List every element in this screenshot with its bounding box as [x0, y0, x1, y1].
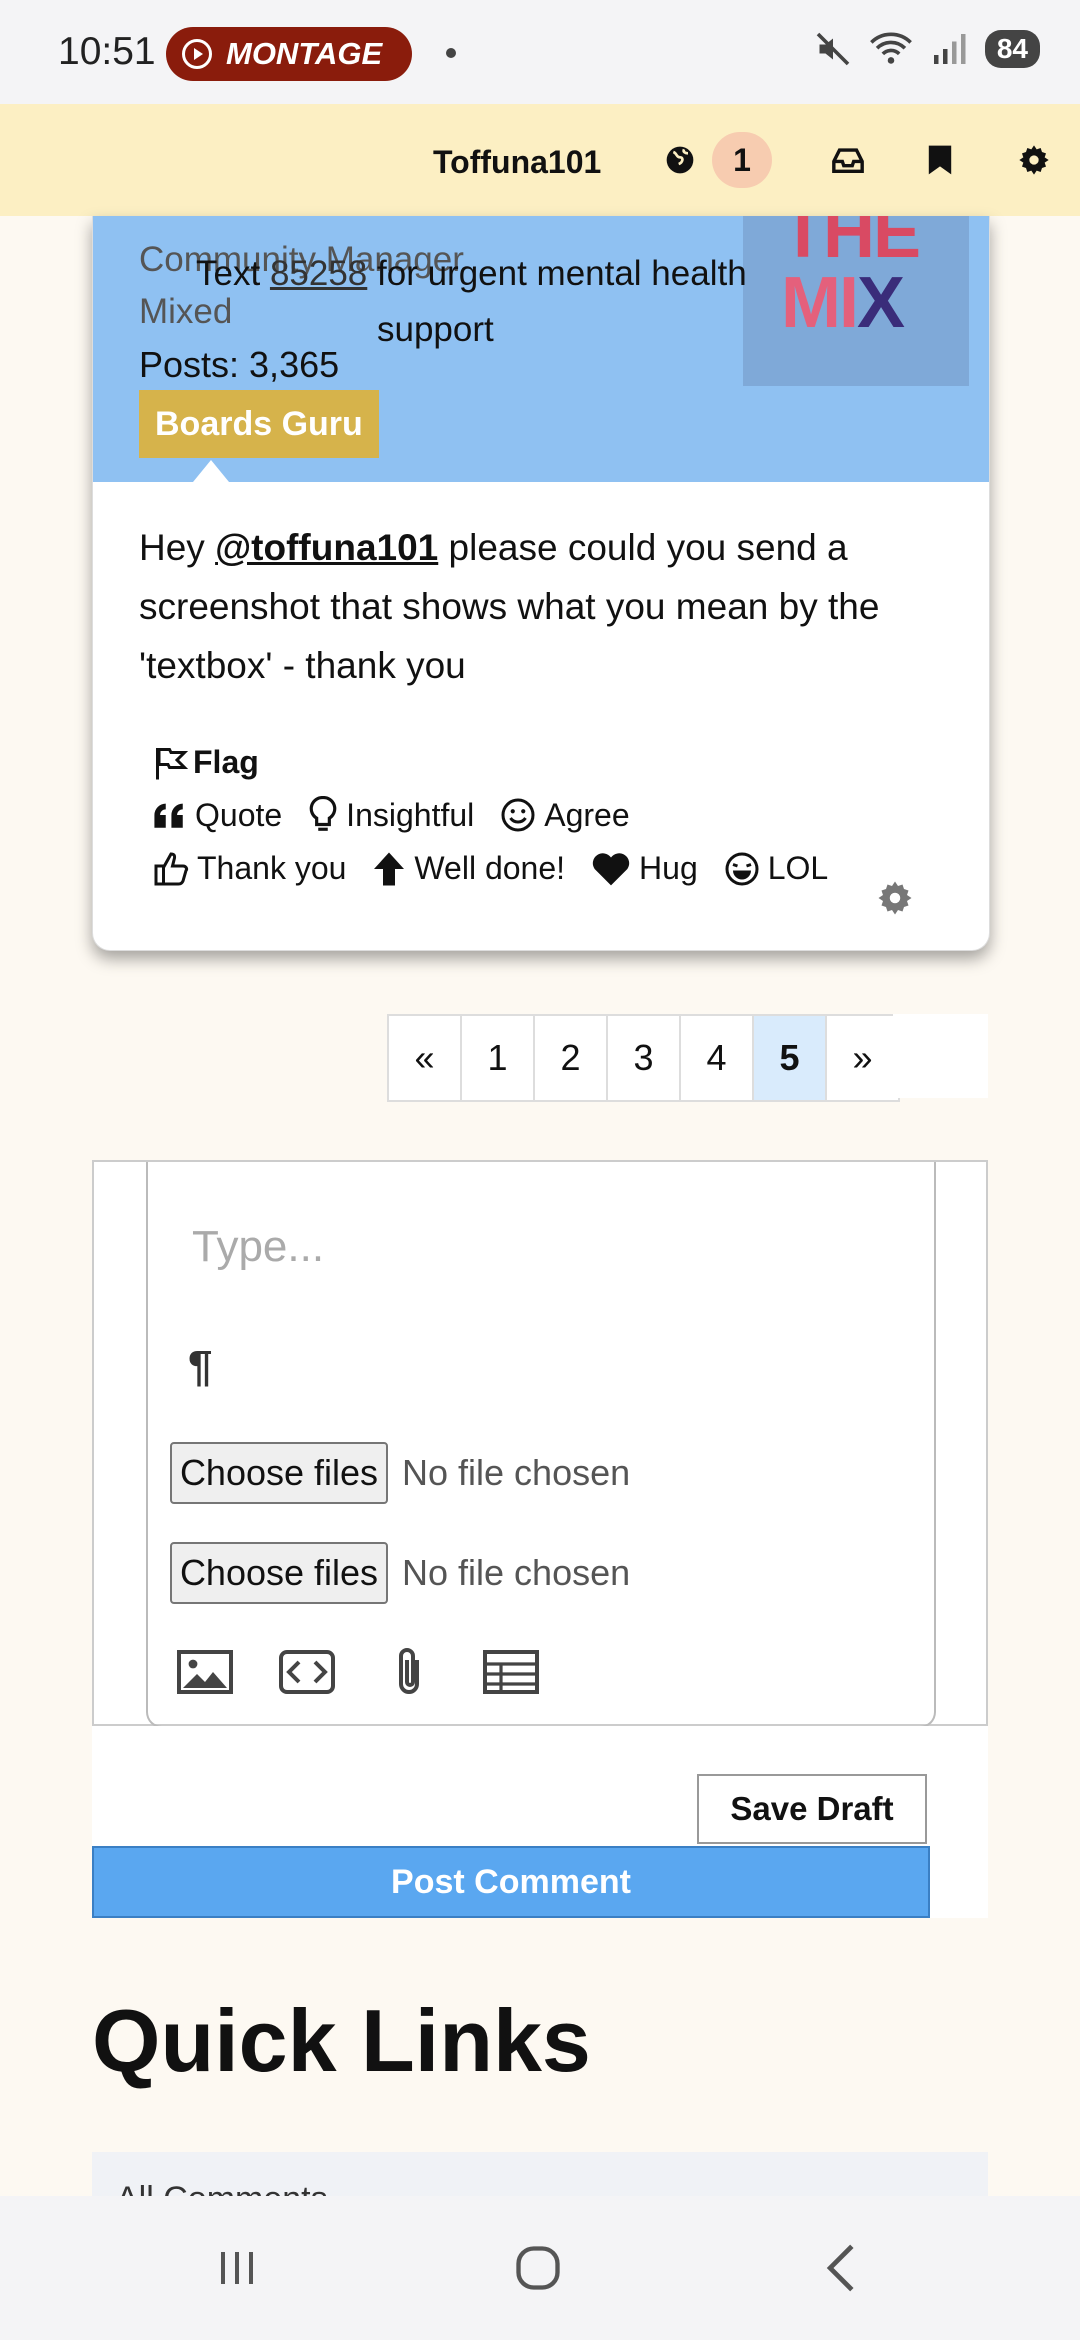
username-link[interactable]: Toffuna101	[433, 144, 601, 181]
flag-button[interactable]: Flag	[153, 744, 259, 781]
reactions-row-1: Quote Insightful Agree	[153, 796, 656, 834]
insert-image-icon[interactable]	[176, 1646, 234, 1698]
file-status-1: No file chosen	[402, 1452, 631, 1493]
quote-icon	[154, 803, 183, 828]
paragraph-format-icon[interactable]: ¶	[188, 1342, 212, 1392]
post-comment-button[interactable]: Post Comment	[92, 1846, 930, 1918]
recording-indicator[interactable]: MONTAGE	[166, 27, 412, 81]
author-post-count: Posts: 3,365	[139, 344, 340, 385]
reaction-thank-you[interactable]: Thank you	[153, 850, 346, 887]
reaction-lol[interactable]: LOL	[724, 850, 828, 887]
status-icons: 84	[815, 30, 1040, 68]
laughing-icon	[725, 852, 759, 885]
author-rank-badge: Boards Guru	[139, 390, 379, 458]
reaction-agree[interactable]: Agree	[500, 797, 630, 834]
reaction-well-done[interactable]: Well done!	[372, 850, 565, 887]
reaction-quote[interactable]: Quote	[153, 797, 282, 834]
helpline-number-link[interactable]: 85258	[270, 254, 367, 293]
system-navigation-bar	[0, 2196, 1080, 2340]
quick-links-card: All Comments	[92, 2152, 988, 2198]
comment-editor-container: Type... ¶ Choose files No file chosen Ch…	[92, 1160, 988, 1728]
signal-icon	[933, 34, 966, 64]
pagination-page-2[interactable]: 2	[535, 1016, 608, 1100]
comment-options-gear-icon[interactable]	[877, 880, 913, 921]
recording-label: MONTAGE	[226, 36, 383, 71]
header-pointer	[193, 460, 229, 482]
wifi-icon	[869, 32, 912, 64]
choose-files-button-2[interactable]: Choose files	[170, 1542, 388, 1604]
pagination-page-5-current[interactable]: 5	[754, 1016, 827, 1100]
globe-icon[interactable]	[660, 140, 700, 180]
notification-count-badge[interactable]: 1	[712, 132, 772, 188]
editor-toolbar	[176, 1646, 540, 1698]
battery-level: 84	[984, 30, 1040, 68]
comment-editor[interactable]: Type... ¶ Choose files No file chosen Ch…	[146, 1162, 936, 1728]
comment-actions: Save Draft Post Comment	[92, 1726, 988, 1918]
pagination: « 1 2 3 4 5 »	[387, 1014, 900, 1102]
reactions-row-2: Thank you Well done! Hug LOL	[153, 850, 854, 887]
pagination-next[interactable]: »	[827, 1016, 898, 1100]
lightbulb-icon	[309, 796, 337, 831]
pagination-page-3[interactable]: 3	[608, 1016, 681, 1100]
save-draft-button[interactable]: Save Draft	[697, 1774, 927, 1844]
pagination-prev[interactable]: «	[389, 1016, 462, 1100]
comment-body: Hey @toffuna101 please could you send a …	[139, 527, 880, 686]
file-status-2: No file chosen	[402, 1552, 631, 1593]
arrow-up-icon	[374, 852, 405, 885]
back-icon[interactable]	[806, 2236, 876, 2300]
comment-author-header: Community Manager Mixed THE MIX Text 852…	[93, 216, 989, 482]
thumbs-up-icon	[154, 851, 189, 885]
pagination-spacer	[893, 1014, 988, 1098]
choose-files-button-1[interactable]: Choose files	[170, 1442, 388, 1504]
pagination-page-4[interactable]: 4	[681, 1016, 754, 1100]
attach-file-icon[interactable]	[380, 1646, 438, 1698]
reaction-insightful[interactable]: Insightful	[308, 796, 474, 834]
file-upload-row-1: Choose files No file chosen	[170, 1442, 630, 1504]
comment-card: Community Manager Mixed THE MIX Text 852…	[92, 216, 990, 951]
bookmark-icon[interactable]	[920, 140, 960, 180]
insert-table-icon[interactable]	[482, 1646, 540, 1698]
smile-icon	[501, 798, 535, 832]
mention-link[interactable]: @toffuna101	[215, 527, 438, 568]
insert-code-icon[interactable]	[278, 1646, 336, 1698]
home-icon[interactable]	[503, 2236, 573, 2300]
helpline-banner: Text 85258 for urgent mental health supp…	[196, 254, 747, 349]
pagination-page-1[interactable]: 1	[462, 1016, 535, 1100]
file-upload-row-2: Choose files No file chosen	[170, 1542, 630, 1604]
top-navigation: Toffuna101 1	[0, 104, 1080, 216]
reaction-hug[interactable]: Hug	[591, 850, 698, 887]
comment-input-placeholder[interactable]: Type...	[192, 1222, 324, 1272]
notification-dot-icon	[446, 48, 456, 58]
record-icon	[182, 39, 212, 69]
quick-links-heading: Quick Links	[92, 1991, 591, 2090]
settings-gear-icon[interactable]	[1014, 140, 1054, 180]
inbox-icon[interactable]	[828, 140, 868, 180]
mute-icon	[816, 32, 850, 66]
flag-icon	[156, 747, 189, 779]
heart-icon	[592, 852, 630, 885]
status-bar: 10:51 MONTAGE 84	[0, 0, 1080, 104]
status-time: 10:51	[58, 30, 156, 73]
recent-apps-icon[interactable]	[202, 2236, 272, 2300]
